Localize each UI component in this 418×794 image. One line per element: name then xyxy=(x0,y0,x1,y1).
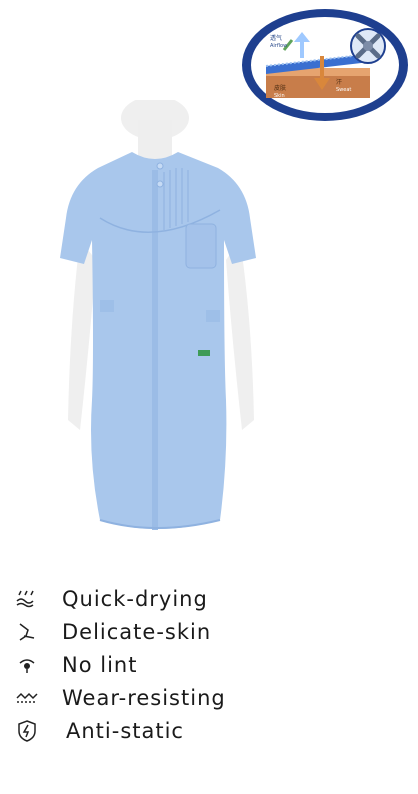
feature-anti-static: Anti-static xyxy=(12,714,412,747)
sweat-cn-label: 汗 xyxy=(336,78,342,86)
feature-label: Anti-static xyxy=(66,718,184,743)
bacteria-cross-icon xyxy=(350,28,386,64)
no-lint-icon xyxy=(12,653,42,677)
quick-drying-icon xyxy=(12,587,42,611)
feature-delicate-skin: Delicate-skin xyxy=(12,615,412,648)
delicate-skin-icon xyxy=(12,620,42,644)
feature-label: Quick-drying xyxy=(62,586,208,611)
airflow-en-label: Airflow xyxy=(270,43,287,49)
anti-static-icon xyxy=(12,719,42,743)
skin-cn-label: 皮肤 xyxy=(274,84,286,92)
airflow-cn-label: 透气 xyxy=(270,34,282,42)
feature-no-lint: No lint xyxy=(12,648,412,681)
product-photo xyxy=(40,96,330,570)
feature-label: Delicate-skin xyxy=(62,619,212,644)
skin-en-label: Skin xyxy=(274,93,285,99)
feature-quick-drying: Quick-drying xyxy=(12,582,412,615)
sweat-en-label: Sweat xyxy=(336,87,351,93)
feature-wear-resisting: Wear-resisting xyxy=(12,681,412,714)
feature-label: No lint xyxy=(62,652,138,677)
feature-label: Wear-resisting xyxy=(62,685,226,710)
wear-resisting-icon xyxy=(12,686,42,710)
feature-list: Quick-drying Delicate-skin No lint Wear-… xyxy=(12,582,412,747)
dress-on-mannequin-image xyxy=(60,96,256,530)
